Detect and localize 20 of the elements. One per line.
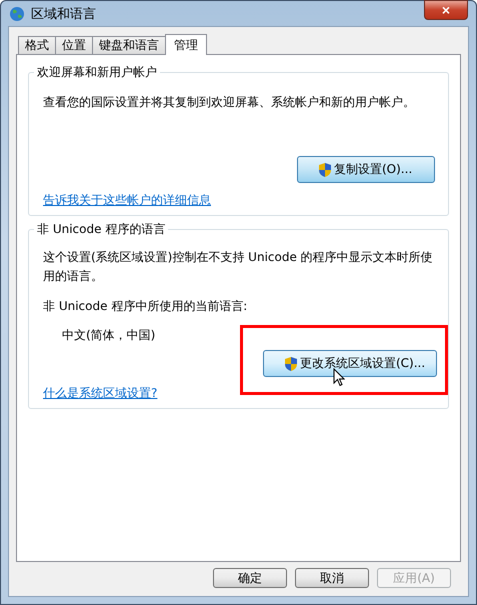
description-text: 查看您的国际设置并将其复制到欢迎屏幕、系统帐户和新的用户帐户。 <box>43 94 416 111</box>
shield-button[interactable]: 更改系统区域设置(C)... <box>263 350 437 377</box>
help-link[interactable]: 告诉我关于这些帐户的详细信息 <box>43 192 211 209</box>
tab[interactable]: 键盘和语言 <box>92 36 166 54</box>
tab[interactable]: 位置 <box>55 36 93 54</box>
tab[interactable]: 格式 <box>18 36 56 54</box>
close-button[interactable]: × <box>424 0 468 20</box>
description-text: 这个设置(系统区域设置)控制在不支持 Unicode 的程序中显示文本时所使用的语言。 <box>43 249 434 285</box>
current-language-label: 非 Unicode 程序中所使用的当前语言: <box>43 298 248 315</box>
group-title: 欢迎屏幕和新用户帐户 <box>34 64 160 81</box>
globe-icon <box>9 6 25 22</box>
dialog-button[interactable]: 确定 <box>213 568 287 588</box>
tab[interactable]: 管理 <box>165 34 207 55</box>
current-language-value: 中文(简体，中国) <box>62 327 156 344</box>
window-title: 区域和语言 <box>31 6 97 22</box>
shield-icon <box>318 162 332 178</box>
shield-icon <box>284 356 298 372</box>
help-link[interactable]: 什么是系统区域设置? <box>43 385 158 402</box>
dialog-button[interactable]: 取消 <box>295 568 369 588</box>
shield-button[interactable]: 复制设置(O)... <box>297 156 435 183</box>
